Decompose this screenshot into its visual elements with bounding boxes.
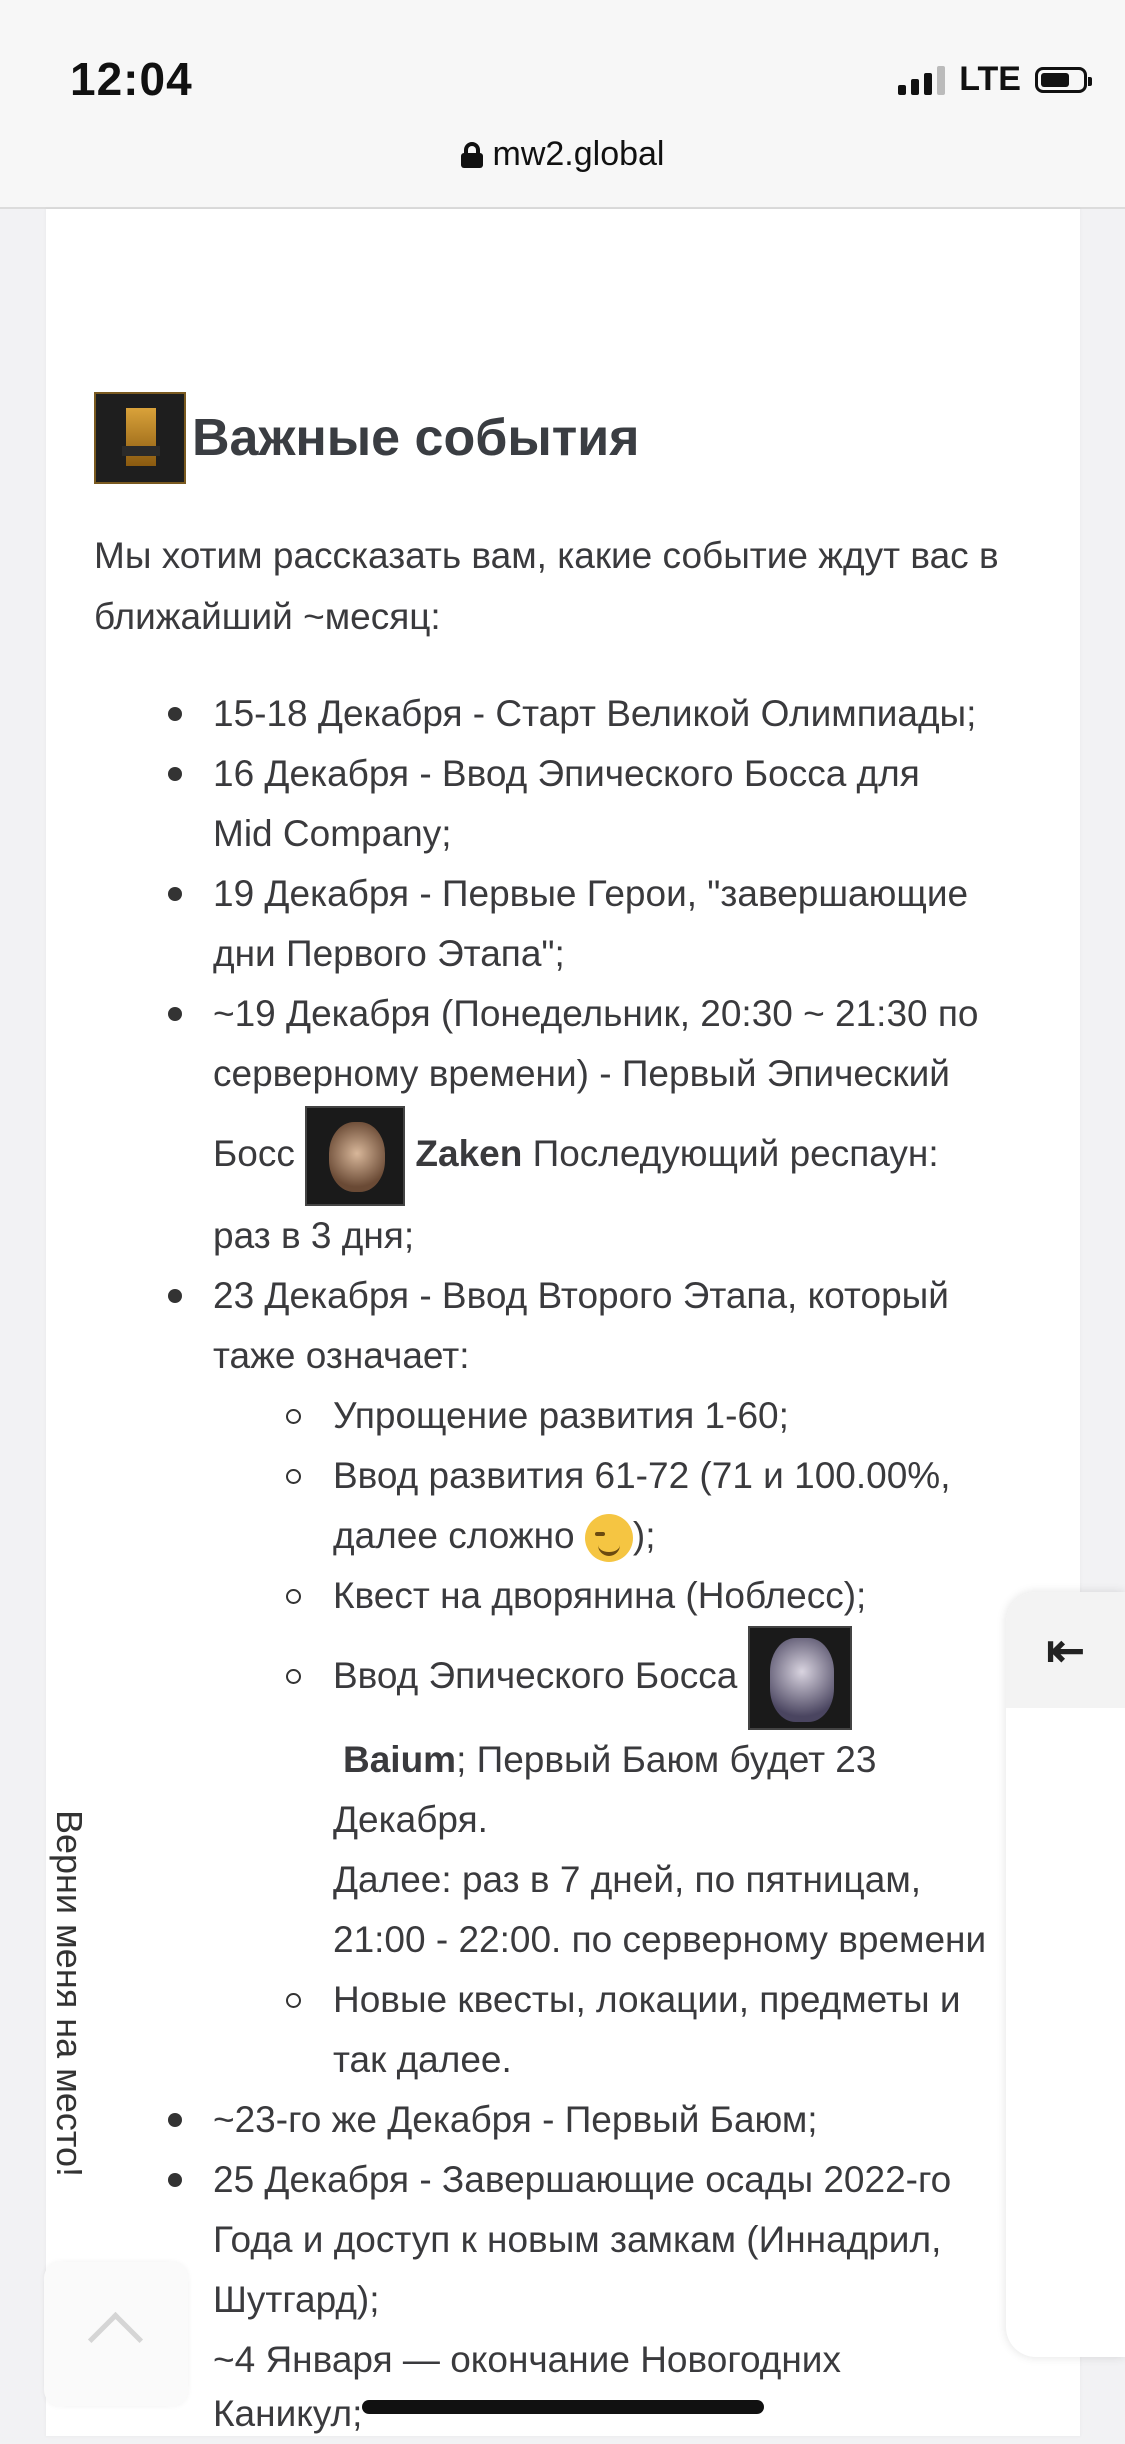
- battery-icon: [1035, 66, 1092, 93]
- sub-list-item: Упрощение развития 1-60;: [333, 1395, 789, 1436]
- bullet-icon: [168, 887, 182, 901]
- sub-list-item: Ввод развития 61-72 (71 и 100.00%,: [333, 1455, 951, 1496]
- wink-emoji-icon: [584, 1514, 633, 1563]
- bullet-icon: [168, 767, 182, 781]
- list-item: дни Первого Этапа";: [213, 933, 565, 974]
- sub-text: далее сложно: [333, 1515, 575, 1556]
- sub-text: );: [632, 1515, 656, 1556]
- sub-list-item: далее сложно );: [333, 1506, 656, 1566]
- list-item: ~19 Декабря (Понедельник, 20:30 ~ 21:30 …: [213, 993, 979, 1034]
- sub-list-item: так далее.: [333, 2039, 512, 2080]
- return-arrow-icon[interactable]: ⇤: [1006, 1592, 1125, 1708]
- return-side-panel[interactable]: ⇤: [1006, 1592, 1125, 2357]
- sub-text: Ввод Эпического Босса: [333, 1654, 738, 1696]
- return-panel-label[interactable]: Верни меня на место!: [40, 1810, 90, 2177]
- url-text: mw2.global: [492, 135, 665, 173]
- list-item-boss-line: Босс Zaken Последующий респаун:: [213, 1106, 939, 1206]
- signal-icon: [898, 65, 946, 95]
- baium-avatar: [747, 1626, 852, 1730]
- event-icon: [94, 392, 186, 484]
- list-item: ~23-го же Декабря - Первый Баюм;: [213, 2099, 818, 2140]
- sub-list-item: Декабря.: [333, 1799, 488, 1840]
- list-item: таже означает:: [213, 1335, 470, 1376]
- sub-bullet-icon: [286, 1409, 301, 1424]
- list-item: раз в 3 дня;: [213, 1215, 415, 1256]
- sub-list-item: Квест на дворянина (Ноблесс);: [333, 1575, 867, 1616]
- zaken-avatar: [305, 1106, 406, 1206]
- boss-name-zaken: Zaken: [415, 1132, 523, 1174]
- list-item: Года и доступ к новым замкам (Иннадрил,: [213, 2219, 942, 2260]
- sub-list-item: Далее: раз в 7 дней, по пятницам,: [333, 1859, 922, 1900]
- address-bar[interactable]: mw2.global: [0, 135, 1125, 174]
- browser-top-bar: 12:04 LTE mw2.global: [0, 0, 1125, 209]
- respawn-label: Последующий респаун:: [532, 1132, 939, 1174]
- heading-text: Важные события: [192, 409, 640, 467]
- boss-name-baium: Baium: [343, 1739, 457, 1780]
- list-item: Mid Company;: [213, 813, 452, 854]
- status-icons: LTE: [898, 60, 1092, 99]
- list-item: 25 Декабря - Завершающие осады 2022-го: [213, 2159, 952, 2200]
- intro-text: Мы хотим рассказать вам, какие событие ж…: [94, 535, 999, 637]
- sub-list-item-boss: Ввод Эпического Босса: [333, 1626, 852, 1730]
- list-item: Каникул;: [213, 2393, 363, 2434]
- list-item: 15-18 Декабря - Старт Великой Олимпиады;: [213, 693, 977, 734]
- sub-bullet-icon: [286, 1993, 301, 2008]
- sub-list-item: Baium; Первый Баюм будет 23: [343, 1730, 876, 1790]
- bullet-icon: [168, 2113, 182, 2127]
- network-label: LTE: [959, 60, 1021, 98]
- sub-list-item: 21:00 - 22:00. по серверному времени: [333, 1919, 987, 1960]
- lock-icon: [460, 141, 483, 168]
- section-heading: Важные события: [94, 392, 640, 484]
- sub-text: ; Первый Баюм будет 23: [456, 1739, 877, 1780]
- list-item: 19 Декабря - Первые Герои, "завершающие: [213, 873, 969, 914]
- boss-label: Босс: [213, 1132, 295, 1174]
- sub-bullet-icon: [286, 1589, 301, 1604]
- list-item: серверному времени) - Первый Эпический: [213, 1053, 950, 1094]
- bullet-icon: [168, 707, 182, 721]
- list-item: ~4 Января — окончание Новогодних: [213, 2339, 841, 2380]
- list-item: Шутгард);: [213, 2279, 380, 2320]
- sub-bullet-icon: [286, 1469, 301, 1484]
- bullet-icon: [168, 2173, 182, 2187]
- list-item: 16 Декабря - Ввод Эпического Босса для: [213, 753, 920, 794]
- sub-list-item: Новые квесты, локации, предметы и: [333, 1979, 961, 2020]
- scroll-to-top-button[interactable]: [44, 2262, 188, 2406]
- sub-bullet-icon: [286, 1669, 301, 1684]
- bullet-icon: [168, 1007, 182, 1021]
- status-time: 12:04: [70, 53, 193, 105]
- home-indicator[interactable]: [362, 2400, 764, 2414]
- list-item: 23 Декабря - Ввод Второго Этапа, который: [213, 1275, 949, 1316]
- bullet-icon: [168, 1289, 182, 1303]
